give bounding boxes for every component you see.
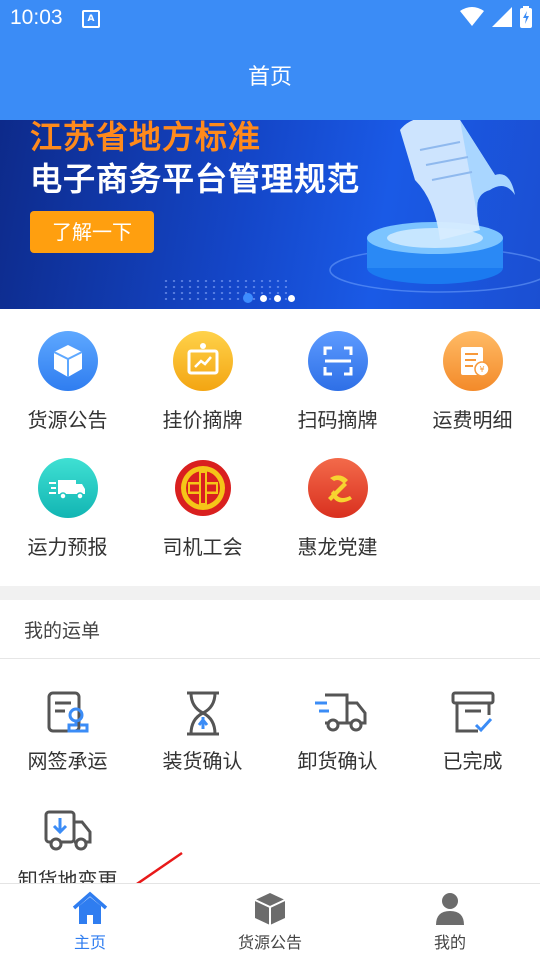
order-unloading-confirm[interactable]: 卸货确认 (270, 689, 405, 774)
menu-cargo-notice[interactable]: 货源公告 (0, 309, 135, 433)
status-time: 10:03 (10, 6, 63, 29)
tab-label: 我的 (433, 933, 466, 952)
order-label: 装货确认 (162, 749, 243, 773)
contract-sign-icon (43, 689, 93, 739)
order-label: 已完成 (442, 749, 503, 773)
battery-icon (520, 6, 532, 28)
truck-icon (37, 458, 98, 518)
divider (0, 658, 540, 659)
carousel-dot[interactable] (288, 294, 295, 302)
menu-label: 惠龙党建 (297, 535, 378, 559)
menu-capacity-forecast[interactable]: 运力预报 (0, 436, 135, 560)
bottom-tab-bar: 主页 货源公告 我的 (0, 883, 540, 961)
order-label: 网签承运 (27, 749, 108, 773)
app-header: 首页 (0, 36, 540, 120)
tab-mine[interactable]: 我的 (360, 884, 540, 961)
tab-label: 主页 (73, 933, 106, 952)
promo-banner[interactable]: 江苏省地方标准 电子商务平台管理规范 了解一下 (0, 120, 540, 309)
order-contract-sign[interactable]: 网签承运 (0, 689, 135, 774)
price-board-icon (172, 331, 233, 391)
home-icon (72, 891, 108, 927)
box-icon (37, 331, 98, 391)
cube-icon (252, 891, 288, 927)
menu-scan-listing[interactable]: 扫码摘牌 (270, 309, 405, 433)
menu-label: 司机工会 (162, 535, 243, 559)
banner-headline-2: 电子商务平台管理规范 (30, 160, 361, 198)
page-title: 首页 (247, 65, 292, 90)
carousel-dot-active[interactable] (243, 293, 253, 303)
carousel-indicator[interactable] (243, 293, 295, 303)
menu-label: 货源公告 (27, 408, 108, 432)
notification-icon: A (82, 10, 100, 28)
user-icon (432, 891, 468, 927)
orders-section-title: 我的运单 (24, 620, 101, 642)
menu-freight-detail[interactable]: ¥ 运费明细 (405, 309, 540, 433)
signal-icon (492, 7, 512, 27)
union-emblem-icon (172, 458, 233, 518)
freight-bill-icon: ¥ (442, 331, 503, 391)
completed-box-icon (448, 689, 498, 739)
menu-label: 挂价摘牌 (162, 408, 243, 432)
order-loading-confirm[interactable]: 装货确认 (135, 689, 270, 774)
menu-price-listing[interactable]: 挂价摘牌 (135, 309, 270, 433)
menu-driver-union[interactable]: 司机工会 (135, 436, 270, 560)
wifi-icon (460, 7, 484, 26)
banner-headline-1: 江苏省地方标准 (30, 120, 262, 156)
order-label: 卸货确认 (297, 749, 378, 773)
tab-cargo-notice[interactable]: 货源公告 (180, 884, 360, 961)
menu-party-building[interactable]: 惠龙党建 (270, 436, 405, 560)
menu-label: 扫码摘牌 (297, 408, 378, 432)
status-bar: 10:03 A (0, 0, 540, 36)
system-icons (460, 6, 532, 28)
unload-change-truck-icon (43, 808, 93, 858)
order-completed[interactable]: 已完成 (405, 689, 540, 774)
banner-document-illustration (329, 120, 540, 293)
learn-more-button[interactable]: 了解一下 (30, 211, 154, 253)
party-emblem-icon (307, 458, 368, 518)
section-separator (0, 586, 540, 600)
menu-label: 运费明细 (432, 408, 513, 432)
hourglass-icon (178, 689, 228, 739)
menu-label: 运力预报 (27, 535, 108, 559)
tab-home[interactable]: 主页 (0, 884, 180, 961)
scan-icon (307, 331, 368, 391)
svg-text:¥: ¥ (479, 365, 484, 374)
carousel-dot[interactable] (274, 294, 281, 302)
carousel-dot[interactable] (260, 294, 267, 302)
delivery-truck-icon (313, 689, 366, 739)
tab-label: 货源公告 (237, 933, 302, 952)
